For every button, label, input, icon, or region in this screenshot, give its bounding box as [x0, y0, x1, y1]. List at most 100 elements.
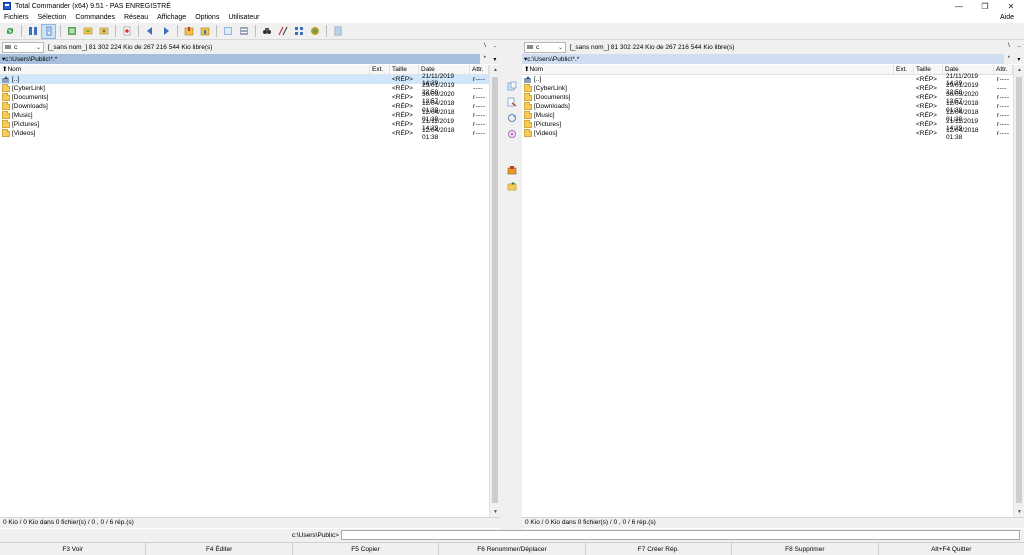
- column-ext[interactable]: Ext.: [894, 65, 914, 74]
- vertical-scrollbar[interactable]: ▲ ▼: [1013, 65, 1024, 517]
- table-row[interactable]: [..] <RÉP> 21/11/2019 14:29 r----: [522, 73, 1013, 87]
- notepad-button[interactable]: [330, 24, 345, 39]
- detailed-view-button[interactable]: [41, 23, 56, 39]
- current-path[interactable]: ▾ c:\Users\Public\*.*: [522, 54, 1004, 64]
- menu-selection[interactable]: Sélection: [34, 14, 72, 21]
- f5-copy-button[interactable]: F5 Copier: [293, 543, 440, 555]
- right-panel: c ⌄ [_sans nom_] 81 302 224 Kio de 267 2…: [522, 40, 1024, 529]
- compare-dirs-button[interactable]: [506, 128, 517, 139]
- f8-delete-button[interactable]: F8 Supprimer: [732, 543, 879, 555]
- column-attr[interactable]: Attr.: [994, 65, 1013, 74]
- back-button[interactable]: [142, 24, 157, 39]
- pack-files-button[interactable]: [506, 164, 517, 175]
- sync-button[interactable]: [96, 24, 111, 39]
- compare-button[interactable]: [275, 24, 290, 39]
- unzip-button[interactable]: [197, 24, 212, 39]
- column-size[interactable]: Taille: [390, 65, 419, 74]
- parent-button[interactable]: ..: [1014, 40, 1024, 52]
- folder-icon: [2, 83, 10, 92]
- f4-edit-button[interactable]: F4 Éditer: [146, 543, 293, 555]
- table-row[interactable]: [Pictures] <RÉP> 21/11/2019 14:29 r----: [0, 118, 489, 132]
- scroll-down-icon[interactable]: ▼: [1014, 507, 1024, 517]
- zip-button[interactable]: [181, 24, 196, 39]
- table-row[interactable]: [Downloads] <RÉP> 12/04/2018 01:38 r----: [522, 100, 1013, 114]
- menu-utilisateur[interactable]: Utilisateur: [224, 14, 264, 21]
- vertical-scrollbar[interactable]: ▲ ▼: [489, 65, 500, 517]
- column-attr[interactable]: Attr.: [470, 65, 489, 74]
- current-path[interactable]: ▾ c:\Users\Public\*.*: [0, 54, 480, 64]
- root-button[interactable]: \: [1004, 40, 1014, 52]
- column-name[interactable]: ⬆Nom: [522, 65, 894, 74]
- hotlist-button[interactable]: *: [484, 56, 486, 62]
- table-row[interactable]: [Pictures] <RÉP> 21/11/2019 14:29 r----: [522, 118, 1013, 132]
- table-row[interactable]: [Videos] <RÉP> 12/04/2018 01:38 r----: [0, 126, 489, 141]
- table-row[interactable]: [Music] <RÉP> 12/04/2018 01:38 r----: [0, 109, 489, 123]
- file-list: [..] <RÉP> 21/11/2019 14:29 r---- [Cyber…: [522, 73, 1013, 141]
- history-button[interactable]: ▾: [493, 56, 496, 63]
- forward-button[interactable]: [158, 24, 173, 39]
- toolbar: [0, 23, 1024, 40]
- pack-button[interactable]: [119, 24, 134, 39]
- back-icon: [146, 27, 152, 35]
- column-size[interactable]: Taille: [914, 65, 943, 74]
- menu-affichage[interactable]: Affichage: [153, 14, 191, 21]
- column-name[interactable]: ⬆Nom: [0, 65, 370, 74]
- brief-view-button[interactable]: [25, 24, 40, 39]
- search-button[interactable]: [259, 24, 274, 39]
- copy-panel-button[interactable]: [506, 80, 517, 91]
- alt-f4-quit-button[interactable]: Alt+F4 Quitter: [879, 543, 1024, 555]
- app-icon: [3, 2, 11, 10]
- history-button[interactable]: ▾: [1017, 56, 1020, 63]
- table-row[interactable]: [Documents] <RÉP> 30/09/2020 12:57 r----: [522, 91, 1013, 105]
- menu-aide[interactable]: Aide: [996, 12, 1019, 23]
- table-row[interactable]: [CyberLink] <RÉP> 29/01/2019 22:50 ----: [522, 82, 1013, 96]
- file-name: [Videos]: [534, 130, 558, 137]
- swap-button[interactable]: [506, 112, 517, 123]
- close-button[interactable]: ✕: [998, 0, 1024, 12]
- hotlist-button[interactable]: *: [1008, 56, 1010, 62]
- new-folder-icon: [507, 181, 516, 190]
- move-panel-button[interactable]: [506, 96, 517, 107]
- command-line-input[interactable]: [341, 530, 1020, 540]
- left-panel: c ⌄ [_sans nom_] 81 302 224 Kio de 267 2…: [0, 40, 500, 529]
- table-row[interactable]: [Music] <RÉP> 12/04/2018 01:38 r----: [522, 109, 1013, 123]
- drive-select[interactable]: c ⌄: [2, 41, 44, 53]
- menu-commandes[interactable]: Commandes: [71, 14, 120, 21]
- file-name: [Pictures]: [12, 121, 40, 128]
- scroll-thumb[interactable]: [1016, 77, 1022, 503]
- scroll-thumb[interactable]: [492, 77, 498, 503]
- menu-options[interactable]: Options: [191, 14, 224, 21]
- table-row[interactable]: [..] <RÉP> 21/11/2019 14:29 r----: [0, 73, 489, 87]
- menu-reseau[interactable]: Réseau: [120, 14, 153, 21]
- copy-names-button[interactable]: [307, 24, 322, 39]
- path-buttons: * ▾: [1004, 54, 1024, 64]
- minimize-button[interactable]: —: [946, 0, 972, 12]
- column-ext[interactable]: Ext.: [370, 65, 390, 74]
- file-date: 12/04/2018 01:38: [422, 126, 455, 141]
- f3-view-button[interactable]: F3 Voir: [0, 543, 147, 555]
- maximize-button[interactable]: ❐: [972, 0, 998, 12]
- menu-fichiers[interactable]: Fichiers: [0, 14, 34, 21]
- ftp-button[interactable]: [291, 24, 306, 39]
- f6-move-button[interactable]: F6 Renommer/Déplacer: [439, 543, 586, 555]
- toolbar-separator: [60, 25, 61, 37]
- f7-mkdir-button[interactable]: F7 Créer Rép.: [586, 543, 733, 555]
- tree-view-button[interactable]: [80, 24, 95, 39]
- thumbnails-view-button[interactable]: [64, 24, 79, 39]
- table-row[interactable]: [Documents] <RÉP> 30/09/2020 12:57 r----: [0, 91, 489, 105]
- parent-button[interactable]: ..: [490, 40, 500, 52]
- new-folder-button[interactable]: [506, 180, 517, 191]
- scroll-up-icon[interactable]: ▲: [1014, 65, 1024, 75]
- drive-select[interactable]: c ⌄: [524, 41, 566, 53]
- multi-rename-button[interactable]: [236, 24, 251, 39]
- folder-icon: [524, 128, 532, 137]
- root-button[interactable]: \: [480, 40, 490, 52]
- refresh-button[interactable]: [2, 24, 17, 39]
- table-row[interactable]: [CyberLink] <RÉP> 29/01/2019 22:50 ----: [0, 82, 489, 96]
- brief-view-icon: [28, 27, 37, 35]
- path-text: c:\Users\Public\*.*: [527, 55, 580, 63]
- table-row[interactable]: [Videos] <RÉP> 12/04/2018 01:38 r----: [522, 127, 1013, 141]
- find-button[interactable]: [220, 24, 235, 39]
- table-row[interactable]: [Downloads] <RÉP> 12/04/2018 01:38 r----: [0, 100, 489, 114]
- file-size: <RÉP>: [392, 121, 413, 128]
